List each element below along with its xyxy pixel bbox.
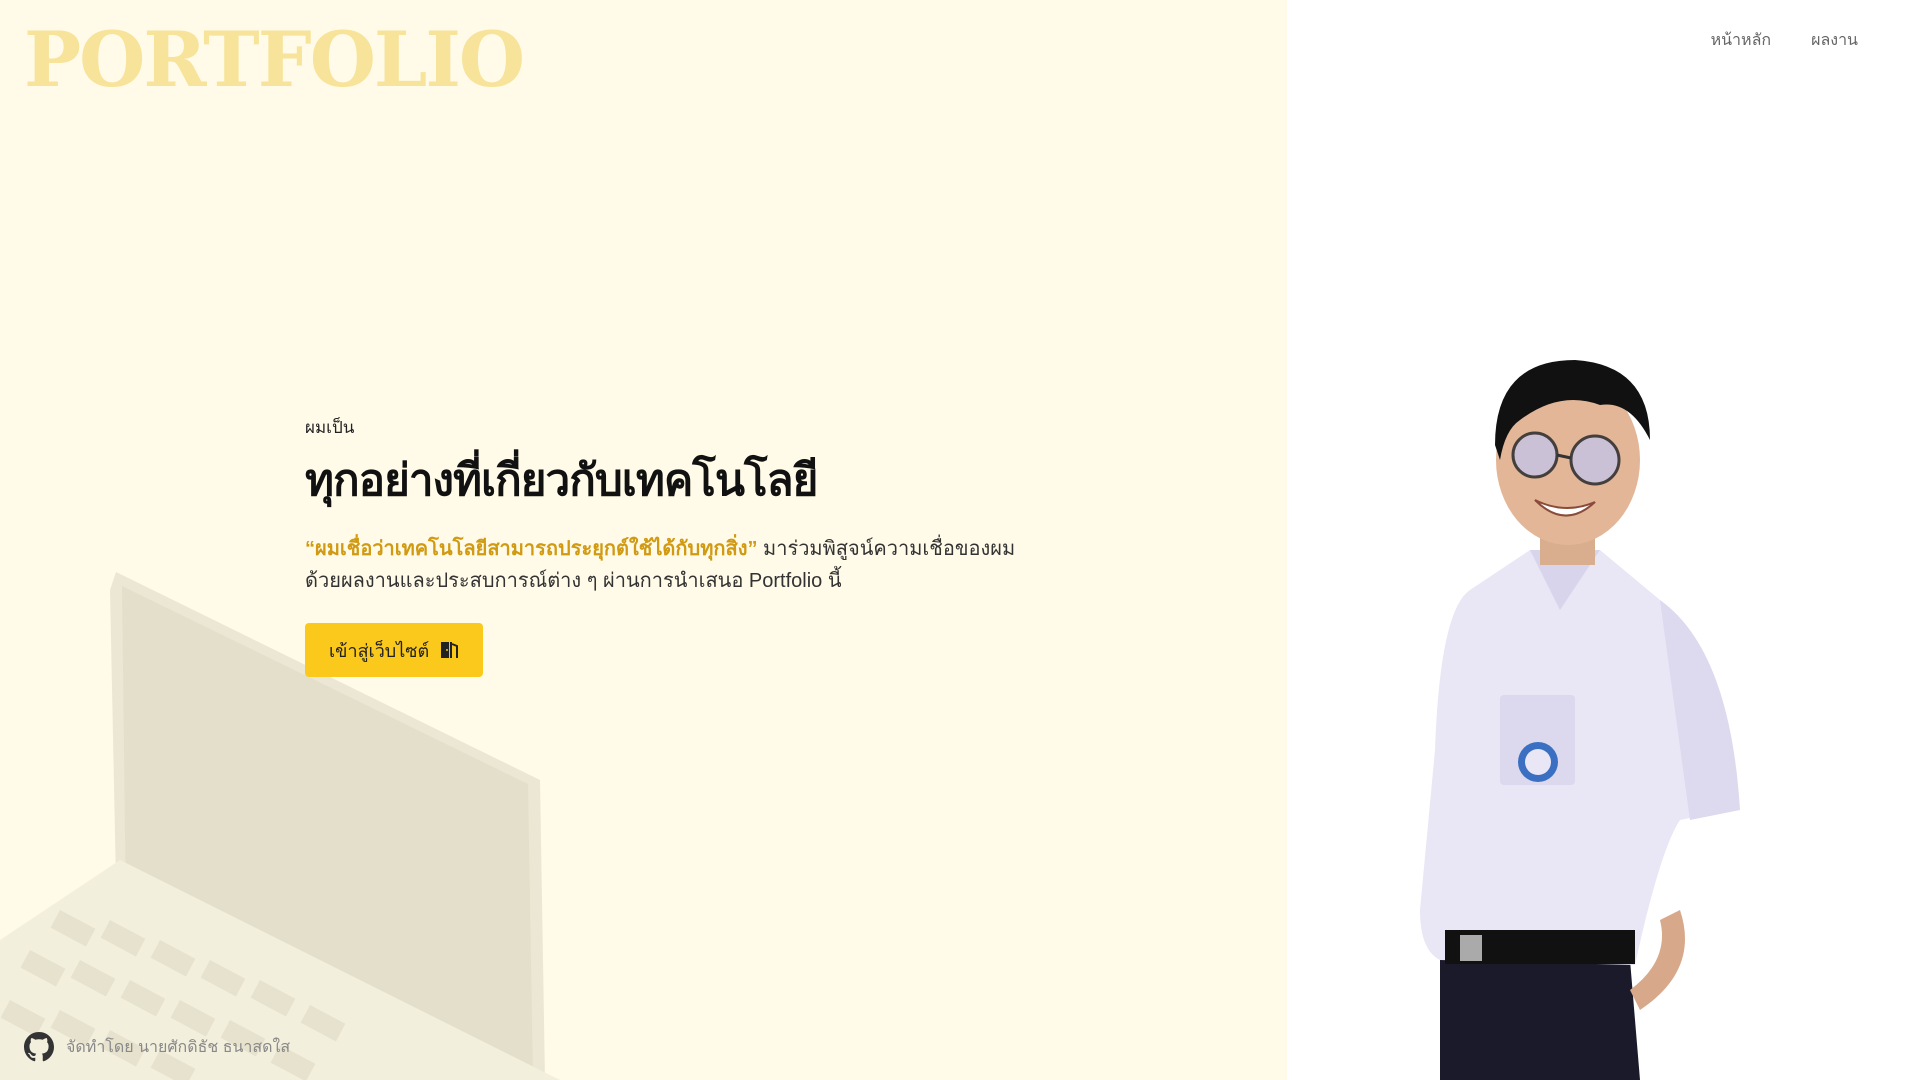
hero-desc-line1: มาร่วมพิสูจน์ความเชื่อของผม — [757, 538, 1016, 561]
nav-item-home[interactable]: หน้าหลัก — [1711, 28, 1772, 53]
top-nav: หน้าหลัก ผลงาน — [1711, 28, 1858, 53]
hero-section: ผมเป็น ทุกอย่างที่เกี่ยวกับเทคโนโลยี “ผม… — [305, 414, 1025, 678]
left-panel: PORTFOLIO ผมเป็น ทุกอย่างที่เกี่ยวกับเทค… — [0, 0, 1287, 1080]
hero-title: ทุกอย่างที่เกี่ยวกับเทคโนโลยี — [305, 455, 818, 506]
footer-credit-text: จัดทำโดย นายศักดิธัช ธนาสดใส — [66, 1038, 291, 1056]
nav-item-works[interactable]: ผลงาน — [1811, 28, 1858, 53]
enter-website-label: เข้าสู่เว็บไซต์ — [329, 640, 430, 661]
enter-website-button[interactable]: เข้าสู่เว็บไซต์ — [305, 623, 484, 678]
hero-intro: ผมเป็น — [305, 418, 355, 437]
portrait-photo — [1420, 360, 1740, 1080]
hero-desc-line2: ด้วยผลงานและประสบการณ์ต่าง ๆ ผ่านการนำเส… — [305, 570, 842, 593]
github-icon[interactable] — [24, 1032, 54, 1062]
door-exit-icon — [441, 642, 459, 659]
page: PORTFOLIO ผมเป็น ทุกอย่างที่เกี่ยวกับเทค… — [0, 0, 1920, 1080]
footer-credit: จัดทำโดย นายศักดิธัช ธนาสดใส — [24, 1032, 290, 1062]
hero-quote: “ผมเชื่อว่าเทคโนโลยีสามารถประยุกต์ใช้ได้… — [305, 538, 758, 561]
hero-description: “ผมเชื่อว่าเทคโนโลยีสามารถประยุกต์ใช้ได้… — [305, 533, 1025, 597]
logo: PORTFOLIO — [24, 15, 525, 104]
